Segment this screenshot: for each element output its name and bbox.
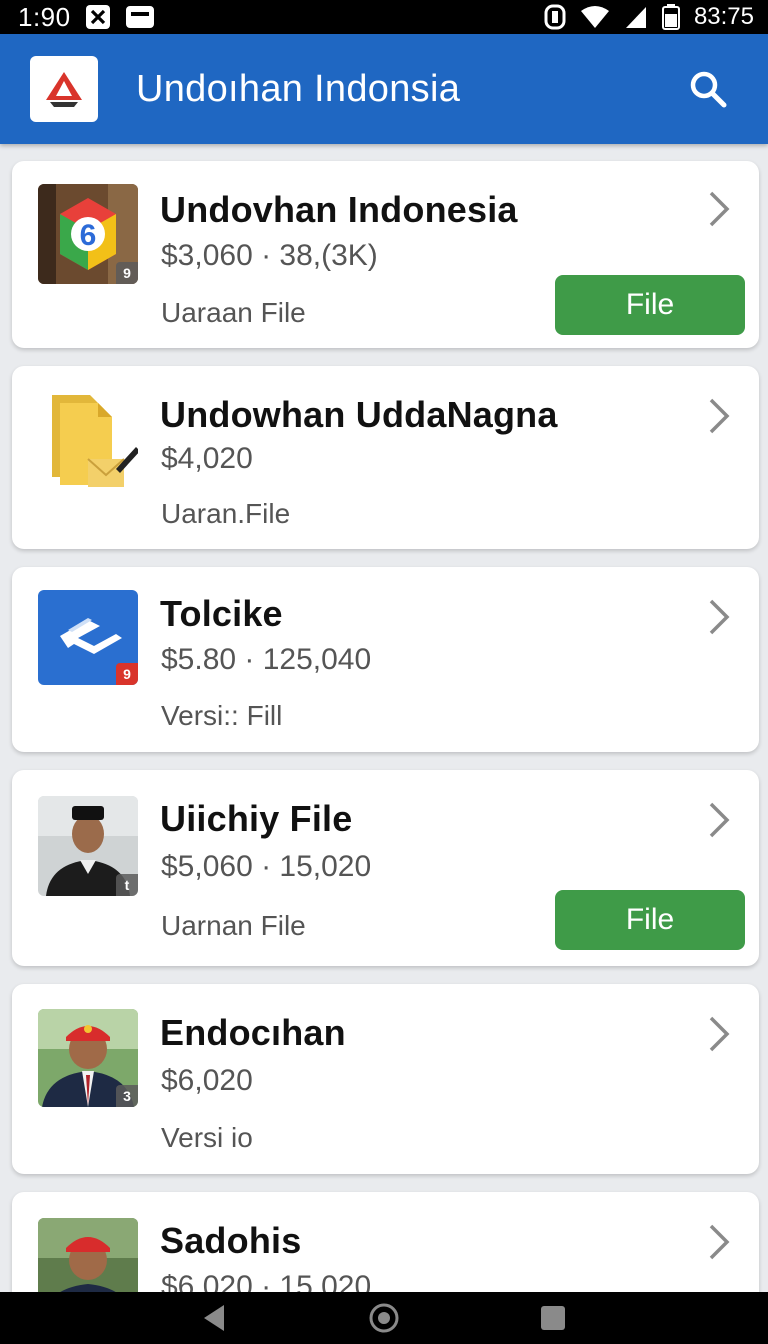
item-thumbnail: 6 9 <box>38 184 138 284</box>
list-item[interactable]: 3 Endocıhan $6,020 Versi io <box>12 984 759 1174</box>
home-button[interactable] <box>359 1293 409 1343</box>
search-button[interactable] <box>678 59 738 119</box>
chevron-right-icon <box>709 1016 730 1052</box>
back-button[interactable] <box>190 1293 240 1343</box>
item-title: Undowhan UddaNagna <box>160 394 558 435</box>
app-bar: Undoıhan Indonsia <box>0 34 768 144</box>
home-circle-icon <box>369 1303 399 1333</box>
item-thumbnail: 9 <box>38 590 138 685</box>
list-item[interactable]: 9 Tolcike $5.80 · 125,040 Versi:: Fill <box>12 567 759 752</box>
chevron-right-icon <box>709 802 730 838</box>
item-thumbnail <box>38 389 138 489</box>
item-badge: t <box>116 874 138 896</box>
item-meta: $5,060 · 15,020 <box>161 850 372 883</box>
list-item[interactable]: 6 9 Undovhan Indonesia $3,060 · 38,(3K) … <box>12 161 759 348</box>
item-thumbnail <box>38 1218 138 1292</box>
message-icon <box>125 4 155 30</box>
back-triangle-icon <box>203 1305 224 1331</box>
item-badge: 3 <box>116 1085 138 1107</box>
item-meta: $6,020 · 15,020 <box>161 1270 372 1292</box>
file-button[interactable]: File <box>555 890 745 950</box>
item-title: Uiichiy File <box>160 798 353 839</box>
item-badge: 9 <box>116 663 138 685</box>
status-clock: 83:75 <box>693 3 754 30</box>
chevron-right-icon <box>709 191 730 227</box>
navigation-bar <box>0 1292 768 1344</box>
chevron-right-icon <box>709 599 730 635</box>
app-logo-icon <box>46 72 82 107</box>
status-time: 1:90 <box>18 1 71 32</box>
item-meta: $3,060 · 38,(3K) <box>161 239 378 272</box>
item-title: Endocıhan <box>160 1012 346 1053</box>
item-title: Undovhan Indonesia <box>160 189 518 230</box>
item-thumbnail: t <box>38 796 138 896</box>
data-saver-icon <box>544 4 566 30</box>
notification-x-icon <box>85 4 111 30</box>
signal-icon <box>624 5 648 29</box>
file-button[interactable]: File <box>555 275 745 335</box>
item-title: Tolcike <box>160 593 283 634</box>
item-subtitle: Uarnan File <box>161 910 306 941</box>
chevron-right-icon <box>709 1224 730 1260</box>
item-subtitle: Versi io <box>161 1122 253 1153</box>
folder-icon <box>38 389 138 489</box>
list-item[interactable]: Undowhan UddaNagna $4,020 Uaran.File <box>12 366 759 549</box>
item-badge: 9 <box>116 262 138 284</box>
chevron-right-icon <box>709 398 730 434</box>
item-title: Sadohis <box>160 1220 302 1261</box>
person-avatar <box>38 1218 138 1292</box>
item-subtitle: Uaran.File <box>161 498 291 529</box>
item-meta: $5.80 · 125,040 <box>161 643 372 676</box>
item-subtitle: Uaraan File <box>161 297 306 328</box>
file-list: 6 9 Undovhan Indonesia $3,060 · 38,(3K) … <box>0 144 768 1292</box>
item-thumbnail: 3 <box>38 1009 138 1107</box>
recents-button[interactable] <box>528 1293 578 1343</box>
list-item[interactable]: Sadohis $6,020 · 15,020 <box>12 1192 759 1292</box>
item-meta: $6,020 <box>161 1064 253 1097</box>
app-title: Undoıhan Indonsia <box>136 67 461 110</box>
status-bar: 1:90 83:75 <box>0 0 768 34</box>
item-subtitle: Versi:: Fill <box>161 700 283 731</box>
recents-square-icon <box>541 1306 566 1330</box>
search-icon <box>690 71 727 108</box>
app-logo <box>30 56 98 122</box>
list-item[interactable]: t Uiichiy File $5,060 · 15,020 Uarnan Fi… <box>12 770 759 966</box>
battery-icon <box>661 4 680 30</box>
wifi-icon <box>580 5 610 29</box>
svg-text:6: 6 <box>80 219 97 252</box>
item-meta: $4,020 <box>161 442 253 475</box>
